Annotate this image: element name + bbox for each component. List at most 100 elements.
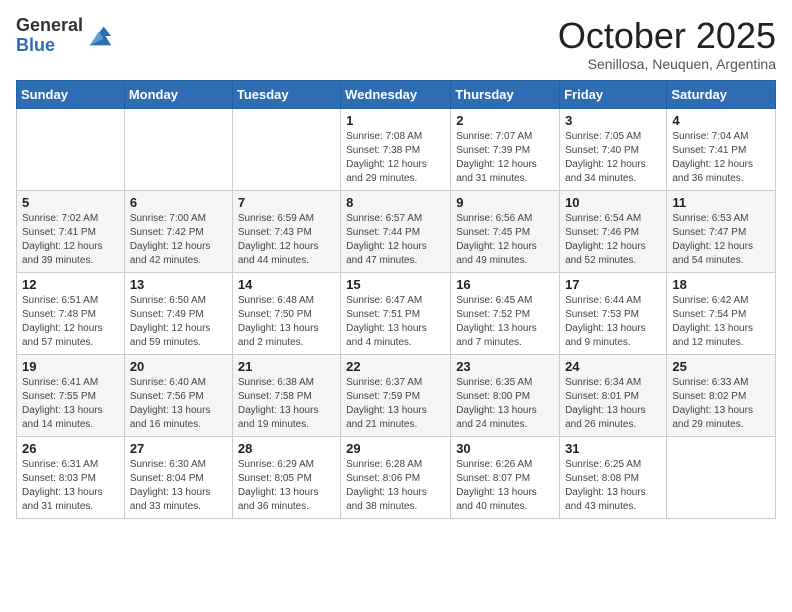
logo-blue: Blue (16, 36, 83, 56)
day-number: 23 (456, 359, 554, 374)
calendar-week-row: 12Sunrise: 6:51 AM Sunset: 7:48 PM Dayli… (17, 272, 776, 354)
day-info: Sunrise: 7:08 AM Sunset: 7:38 PM Dayligh… (346, 130, 445, 186)
day-number: 24 (565, 359, 661, 374)
day-number: 22 (346, 359, 445, 374)
day-number: 7 (238, 195, 335, 210)
day-number: 10 (565, 195, 661, 210)
day-number: 19 (22, 359, 119, 374)
calendar-cell: 11 Sunrise: 6:53 AM Sunset: 7:47 PM Dayli… (667, 190, 776, 272)
calendar-cell: 15Sunrise: 6:47 AM Sunset: 7:51 PM Dayli… (341, 272, 451, 354)
page-header: General Blue October 2025 Senillosa, Neu… (16, 16, 776, 72)
calendar-cell: 26Sunrise: 6:31 AM Sunset: 8:03 PM Dayli… (17, 436, 125, 518)
calendar-cell: 23Sunrise: 6:35 AM Sunset: 8:00 PM Dayli… (451, 354, 560, 436)
weekday-header: Tuesday (232, 80, 340, 108)
calendar-cell: 19 Sunrise: 6:41 AM Sunset: 7:55 PM Dayli… (17, 354, 125, 436)
calendar-cell: 13 Sunrise: 6:50 AM Sunset: 7:49 PM Dayli… (124, 272, 232, 354)
calendar-cell (232, 108, 340, 190)
day-info: Sunrise: 6:37 AM Sunset: 7:59 PM Dayligh… (346, 376, 445, 432)
calendar-cell: 18 Sunrise: 6:42 AM Sunset: 7:54 PM Dayli… (667, 272, 776, 354)
calendar-cell: 4 Sunrise: 7:04 AM Sunset: 7:41 PM Daylig… (667, 108, 776, 190)
day-info: Sunrise: 6:38 AM Sunset: 7:58 PM Dayligh… (238, 376, 335, 432)
day-info: Sunrise: 7:00 AM Sunset: 7:42 PM Dayligh… (130, 212, 227, 268)
weekday-header: Saturday (667, 80, 776, 108)
weekday-header: Sunday (17, 80, 125, 108)
day-info: Sunrise: 6:30 AM Sunset: 8:04 PM Dayligh… (130, 458, 227, 514)
logo-icon (85, 22, 113, 50)
calendar-cell: 24Sunrise: 6:34 AM Sunset: 8:01 PM Dayli… (560, 354, 667, 436)
logo-general: General (16, 16, 83, 36)
day-number: 21 (238, 359, 335, 374)
day-info: Sunrise: 7:02 AM Sunset: 7:41 PM Dayligh… (22, 212, 119, 268)
day-number: 9 (456, 195, 554, 210)
calendar-cell: 7Sunrise: 6:59 AM Sunset: 7:43 PM Daylig… (232, 190, 340, 272)
calendar-week-row: 26Sunrise: 6:31 AM Sunset: 8:03 PM Dayli… (17, 436, 776, 518)
calendar-cell: 12Sunrise: 6:51 AM Sunset: 7:48 PM Dayli… (17, 272, 125, 354)
weekday-header: Thursday (451, 80, 560, 108)
day-info: Sunrise: 6:53 AM Sunset: 7:47 PM Dayligh… (672, 212, 770, 268)
calendar-cell: 29Sunrise: 6:28 AM Sunset: 8:06 PM Dayli… (341, 436, 451, 518)
calendar-cell (17, 108, 125, 190)
day-info: Sunrise: 6:45 AM Sunset: 7:52 PM Dayligh… (456, 294, 554, 350)
calendar-cell: 27 Sunrise: 6:30 AM Sunset: 8:04 PM Dayli… (124, 436, 232, 518)
day-number: 16 (456, 277, 554, 292)
calendar-week-row: 19 Sunrise: 6:41 AM Sunset: 7:55 PM Dayli… (17, 354, 776, 436)
calendar-cell: 21 Sunrise: 6:38 AM Sunset: 7:58 PM Dayli… (232, 354, 340, 436)
day-number: 26 (22, 441, 119, 456)
day-info: Sunrise: 6:47 AM Sunset: 7:51 PM Dayligh… (346, 294, 445, 350)
day-info: Sunrise: 6:51 AM Sunset: 7:48 PM Dayligh… (22, 294, 119, 350)
calendar-cell: 31 Sunrise: 6:25 AM Sunset: 8:08 PM Dayli… (560, 436, 667, 518)
calendar-week-row: 1 Sunrise: 7:08 AM Sunset: 7:38 PM Daylig… (17, 108, 776, 190)
day-info: Sunrise: 6:42 AM Sunset: 7:54 PM Dayligh… (672, 294, 770, 350)
calendar-cell: 28 Sunrise: 6:29 AM Sunset: 8:05 PM Dayli… (232, 436, 340, 518)
day-number: 1 (346, 113, 445, 128)
calendar-cell: 9Sunrise: 6:56 AM Sunset: 7:45 PM Daylig… (451, 190, 560, 272)
day-number: 27 (130, 441, 227, 456)
calendar-cell (124, 108, 232, 190)
weekday-header: Friday (560, 80, 667, 108)
calendar-cell: 30Sunrise: 6:26 AM Sunset: 8:07 PM Dayli… (451, 436, 560, 518)
day-number: 5 (22, 195, 119, 210)
calendar-cell: 10 Sunrise: 6:54 AM Sunset: 7:46 PM Dayli… (560, 190, 667, 272)
day-info: Sunrise: 7:05 AM Sunset: 7:40 PM Dayligh… (565, 130, 661, 186)
calendar-cell (667, 436, 776, 518)
day-info: Sunrise: 6:40 AM Sunset: 7:56 PM Dayligh… (130, 376, 227, 432)
calendar-cell: 17Sunrise: 6:44 AM Sunset: 7:53 PM Dayli… (560, 272, 667, 354)
day-number: 6 (130, 195, 227, 210)
day-info: Sunrise: 6:33 AM Sunset: 8:02 PM Dayligh… (672, 376, 770, 432)
day-info: Sunrise: 7:07 AM Sunset: 7:39 PM Dayligh… (456, 130, 554, 186)
day-info: Sunrise: 6:50 AM Sunset: 7:49 PM Dayligh… (130, 294, 227, 350)
day-info: Sunrise: 6:44 AM Sunset: 7:53 PM Dayligh… (565, 294, 661, 350)
day-number: 4 (672, 113, 770, 128)
day-number: 25 (672, 359, 770, 374)
calendar-cell: 16 Sunrise: 6:45 AM Sunset: 7:52 PM Dayli… (451, 272, 560, 354)
day-number: 31 (565, 441, 661, 456)
day-number: 18 (672, 277, 770, 292)
calendar-cell: 20 Sunrise: 6:40 AM Sunset: 7:56 PM Dayli… (124, 354, 232, 436)
day-info: Sunrise: 6:41 AM Sunset: 7:55 PM Dayligh… (22, 376, 119, 432)
calendar-cell: 1 Sunrise: 7:08 AM Sunset: 7:38 PM Daylig… (341, 108, 451, 190)
calendar-cell: 14Sunrise: 6:48 AM Sunset: 7:50 PM Dayli… (232, 272, 340, 354)
day-info: Sunrise: 7:04 AM Sunset: 7:41 PM Dayligh… (672, 130, 770, 186)
day-number: 8 (346, 195, 445, 210)
weekday-header: Wednesday (341, 80, 451, 108)
day-info: Sunrise: 6:54 AM Sunset: 7:46 PM Dayligh… (565, 212, 661, 268)
calendar-cell: 8Sunrise: 6:57 AM Sunset: 7:44 PM Daylig… (341, 190, 451, 272)
weekday-header: Monday (124, 80, 232, 108)
day-info: Sunrise: 6:25 AM Sunset: 8:08 PM Dayligh… (565, 458, 661, 514)
day-number: 28 (238, 441, 335, 456)
day-number: 2 (456, 113, 554, 128)
calendar-cell: 2 Sunrise: 7:07 AM Sunset: 7:39 PM Daylig… (451, 108, 560, 190)
day-number: 14 (238, 277, 335, 292)
day-number: 20 (130, 359, 227, 374)
calendar-cell: 22 Sunrise: 6:37 AM Sunset: 7:59 PM Dayli… (341, 354, 451, 436)
calendar-cell: 5 Sunrise: 7:02 AM Sunset: 7:41 PM Daylig… (17, 190, 125, 272)
day-number: 29 (346, 441, 445, 456)
day-info: Sunrise: 6:26 AM Sunset: 8:07 PM Dayligh… (456, 458, 554, 514)
day-number: 11 (672, 195, 770, 210)
calendar-header-row: SundayMondayTuesdayWednesdayThursdayFrid… (17, 80, 776, 108)
day-number: 13 (130, 277, 227, 292)
calendar-cell: 6 Sunrise: 7:00 AM Sunset: 7:42 PM Daylig… (124, 190, 232, 272)
day-info: Sunrise: 6:29 AM Sunset: 8:05 PM Dayligh… (238, 458, 335, 514)
location-subtitle: Senillosa, Neuquen, Argentina (558, 56, 776, 72)
calendar-week-row: 5 Sunrise: 7:02 AM Sunset: 7:41 PM Daylig… (17, 190, 776, 272)
